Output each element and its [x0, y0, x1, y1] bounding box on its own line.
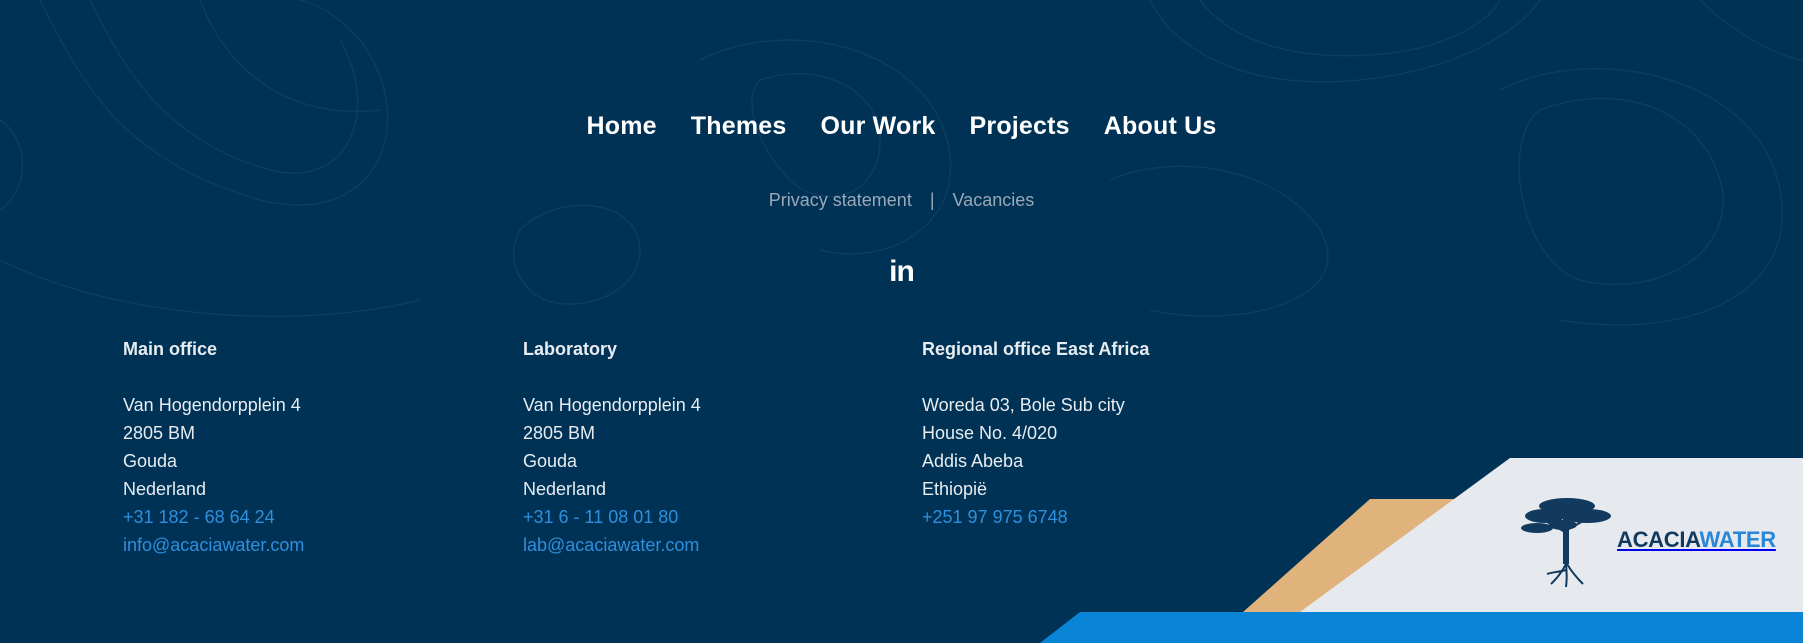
acacia-tree-icon [1521, 498, 1611, 588]
acacia-water-logo[interactable]: ACACIAWATER [1517, 492, 1776, 588]
logo-wordmark: ACACIAWATER [1617, 527, 1776, 552]
blue-stripe [1040, 612, 1803, 643]
